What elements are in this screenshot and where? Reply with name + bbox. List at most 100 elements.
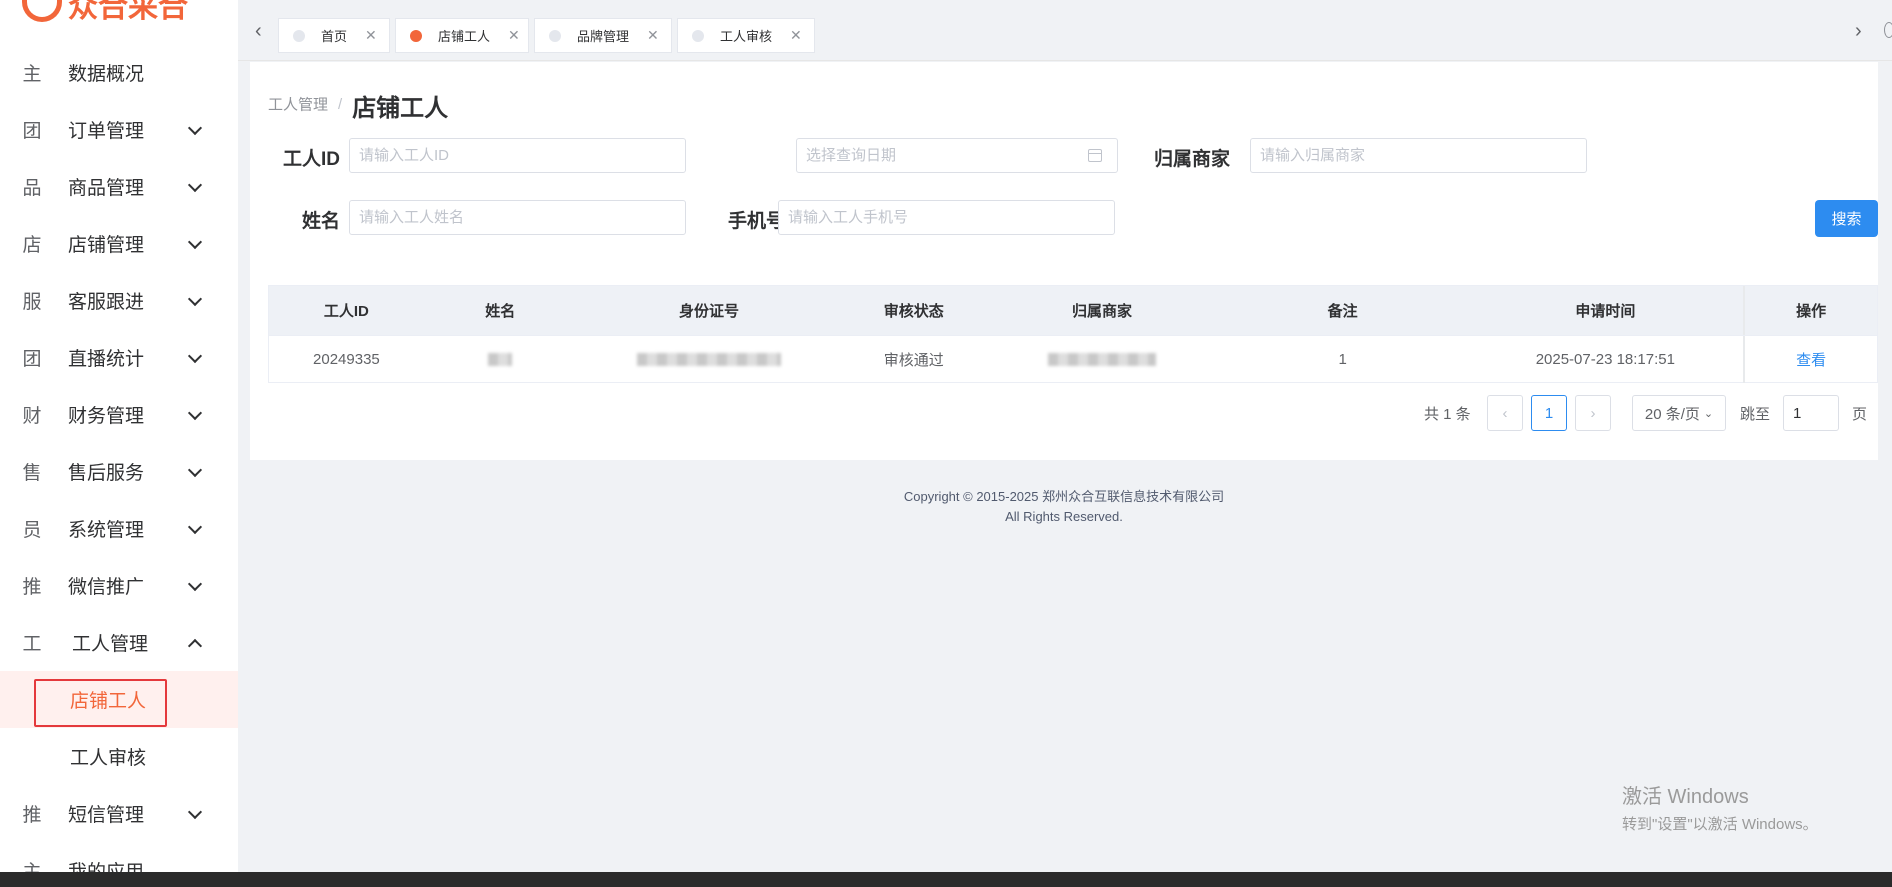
tab-brand-management[interactable]: 品牌管理 ✕ — [534, 18, 672, 53]
sidebar-item-label: 售后服务 — [68, 463, 145, 484]
total-count: 共 1 条 — [1424, 406, 1471, 423]
page-title: 店铺工人 — [352, 95, 449, 122]
menu-glyph-icon: 品 — [22, 178, 42, 199]
close-icon[interactable]: ✕ — [647, 27, 659, 44]
sidebar-item-data-overview[interactable]: 主 数据概况 — [0, 44, 238, 101]
sidebar-item-wechat-promo[interactable]: 推 微信推广 — [0, 557, 238, 614]
jump-page-input[interactable] — [1783, 395, 1839, 431]
tab-active-dot-icon — [410, 29, 422, 42]
tab-label: 品牌管理 — [577, 29, 630, 44]
menu-glyph-icon: 推 — [22, 577, 42, 598]
menu-glyph-icon: 店 — [22, 235, 42, 256]
phone-input[interactable] — [778, 200, 1115, 235]
sidebar-item-label: 店铺管理 — [68, 235, 145, 256]
menu-glyph-icon: 主 — [22, 64, 42, 85]
sidebar-item-label: 直播统计 — [68, 349, 145, 370]
os-taskbar[interactable] — [0, 872, 1892, 887]
sidebar-item-label: 微信推广 — [68, 577, 145, 598]
menu-glyph-icon: 工 — [22, 634, 42, 655]
tab-label: 首页 — [321, 29, 348, 44]
sidebar-subitem-worker-review[interactable]: 工人审核 — [0, 728, 238, 785]
tab-dot-icon — [293, 29, 305, 42]
date-picker-input[interactable] — [796, 138, 1118, 173]
sidebar-item-sms[interactable]: 推 短信管理 — [0, 785, 238, 842]
tab-worker-review[interactable]: 工人审核 ✕ — [677, 18, 815, 53]
page-number-button[interactable]: 1 — [1531, 395, 1567, 431]
sidebar-item-label: 客服跟进 — [68, 292, 145, 313]
sidebar-item-worker-management[interactable]: 工 工人管理 — [0, 614, 238, 671]
worker-id-label: 工人ID — [282, 149, 340, 170]
sidebar-item-label: 商品管理 — [68, 178, 145, 199]
name-input[interactable] — [349, 200, 686, 235]
cell-status: 审核通过 — [883, 352, 944, 369]
clock-icon[interactable] — [1884, 22, 1892, 38]
chevron-down-icon — [187, 291, 203, 307]
breadcrumb-separator: / — [338, 96, 343, 114]
column-header: 姓名 — [485, 303, 516, 320]
cell-note: 1 — [1338, 351, 1347, 368]
table-row: 20249335 审核通过 1 2025-07-23 18:17:51 查看 — [269, 335, 1877, 383]
close-icon[interactable]: ✕ — [790, 27, 802, 44]
menu-glyph-icon: 员 — [22, 520, 42, 541]
sidebar-item-customer-service[interactable]: 服 客服跟进 — [0, 272, 238, 329]
tab-store-workers[interactable]: 店铺工人 ✕ — [395, 18, 529, 53]
sidebar-item-finance[interactable]: 财 财务管理 — [0, 386, 238, 443]
next-page-button[interactable]: › — [1575, 395, 1611, 431]
view-link[interactable]: 查看 — [1796, 349, 1826, 370]
column-header: 归属商家 — [1071, 303, 1132, 320]
tab-scroll-right-icon[interactable]: › — [1855, 20, 1862, 43]
main-content: 工人管理/店铺工人 工人ID 时间 归属商家 姓名 手机号 搜索 工人ID 姓名… — [250, 62, 1878, 460]
calendar-icon — [1088, 149, 1102, 162]
sidebar-item-orders[interactable]: 团 订单管理 — [0, 101, 238, 158]
cell-name — [424, 336, 577, 383]
chevron-down-icon — [187, 519, 203, 535]
sidebar-item-after-sales[interactable]: 售 售后服务 — [0, 443, 238, 500]
chevron-down-icon — [187, 234, 203, 250]
redacted-id-card — [636, 353, 781, 366]
copyright-text: Copyright © 2015-2025 郑州众合互联信息技术有限公司 — [903, 489, 1225, 504]
tab-home[interactable]: 首页 ✕ — [278, 18, 390, 53]
table-header: 工人ID 姓名 身份证号 审核状态 归属商家 备注 申请时间 操作 — [269, 286, 1877, 335]
close-icon[interactable]: ✕ — [508, 27, 520, 44]
column-header: 审核状态 — [883, 303, 944, 320]
close-icon[interactable]: ✕ — [365, 27, 377, 44]
chevron-left-icon: ‹ — [1502, 404, 1508, 422]
sidebar-item-my-apps[interactable]: 主 我的应用 — [0, 842, 238, 872]
chevron-down-icon — [187, 804, 203, 820]
sidebar-subitem-store-workers[interactable]: 店铺工人 — [0, 671, 238, 728]
column-header: 申请时间 — [1575, 303, 1636, 320]
page-suffix: 页 — [1852, 406, 1868, 423]
page-size-select[interactable]: 20 条/页 ⌄ — [1632, 395, 1726, 431]
sidebar-item-label: 数据概况 — [68, 64, 145, 85]
tab-bar: ‹ 首页 ✕ 店铺工人 ✕ 品牌管理 ✕ 工人审核 ✕ › — [238, 0, 1892, 61]
worker-id-input[interactable] — [349, 138, 686, 173]
merchant-input[interactable] — [1250, 138, 1587, 173]
tab-scroll-left-icon[interactable]: ‹ — [255, 20, 262, 43]
tab-label: 工人审核 — [720, 29, 773, 44]
menu-glyph-icon: 推 — [22, 805, 42, 826]
chevron-down-icon — [187, 405, 203, 421]
chevron-right-icon: › — [1590, 404, 1596, 422]
sidebar-item-live-stats[interactable]: 团 直播统计 — [0, 329, 238, 386]
sidebar-item-products[interactable]: 品 商品管理 — [0, 158, 238, 215]
watermark-title: 激活 Windows — [1622, 786, 1749, 808]
chevron-down-icon: ⌄ — [1703, 407, 1714, 420]
brand-logo[interactable]: 众合采合 — [22, 0, 188, 26]
sidebar-subitem-label: 工人审核 — [70, 748, 147, 769]
sidebar-item-label: 订单管理 — [68, 121, 145, 142]
chevron-down-icon — [187, 348, 203, 364]
footer: Copyright © 2015-2025 郑州众合互联信息技术有限公司 All… — [250, 487, 1878, 527]
sidebar-item-system[interactable]: 员 系统管理 — [0, 500, 238, 557]
sidebar-item-stores[interactable]: 店 店铺管理 — [0, 215, 238, 272]
chevron-down-icon — [187, 576, 203, 592]
breadcrumb-parent[interactable]: 工人管理 — [268, 96, 328, 113]
search-button[interactable]: 搜索 — [1815, 200, 1878, 237]
prev-page-button[interactable]: ‹ — [1487, 395, 1523, 431]
column-header: 操作 — [1743, 286, 1877, 335]
highlight-box — [34, 679, 167, 727]
merchant-label: 归属商家 — [1153, 149, 1230, 170]
redacted-name — [488, 353, 513, 366]
tab-label: 店铺工人 — [438, 29, 491, 44]
breadcrumb: 工人管理 / 店铺工人 — [268, 88, 448, 123]
sidebar-item-label: 工人管理 — [72, 634, 149, 655]
